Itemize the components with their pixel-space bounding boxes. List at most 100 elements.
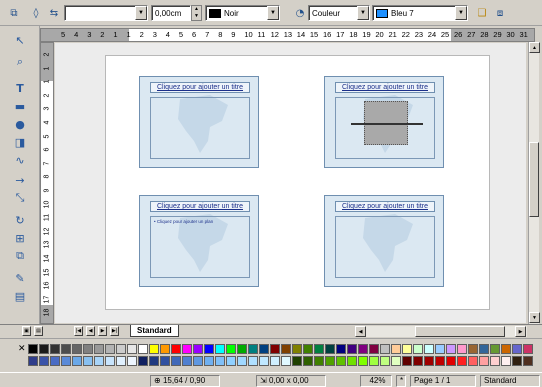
color-swatch[interactable] [281, 356, 291, 366]
color-swatch[interactable] [94, 356, 104, 366]
color-swatch[interactable] [149, 356, 159, 366]
color-swatch[interactable] [457, 356, 467, 366]
ellipse-icon[interactable]: ● [12, 116, 28, 132]
color-swatch[interactable] [116, 344, 126, 354]
scroll-down-icon[interactable]: ▼ [529, 312, 540, 323]
color-swatch[interactable] [303, 344, 313, 354]
outline-view-icon[interactable]: ▤ [34, 326, 43, 336]
color-swatch[interactable] [380, 356, 390, 366]
slide-body-placeholder[interactable] [150, 97, 250, 159]
color-swatch[interactable] [39, 344, 49, 354]
color-swatch[interactable] [171, 344, 181, 354]
first-tab-icon[interactable]: |◀ [74, 326, 83, 336]
horizontal-scroll-thumb[interactable] [415, 326, 505, 337]
gallery-icon[interactable]: ▤ [12, 288, 28, 304]
color-swatch[interactable] [479, 356, 489, 366]
color-swatch[interactable] [72, 356, 82, 366]
line-style-combo[interactable]: ▼ [64, 5, 148, 21]
color-swatch[interactable] [501, 344, 511, 354]
selected-object[interactable] [351, 101, 423, 145]
curve-icon[interactable]: ∿ [12, 152, 28, 168]
color-swatch[interactable] [248, 356, 258, 366]
color-swatch[interactable] [369, 356, 379, 366]
color-swatch[interactable] [116, 356, 126, 366]
color-swatch[interactable] [138, 344, 148, 354]
3d-objects-icon[interactable]: ◨ [12, 134, 28, 150]
color-swatch[interactable] [347, 344, 357, 354]
color-swatch[interactable] [61, 344, 71, 354]
color-swatch[interactable] [237, 356, 247, 366]
slide-body-placeholder[interactable]: • Cliquez pour ajouter un plan [150, 216, 250, 278]
rotate-icon[interactable]: ↻ [12, 212, 28, 228]
color-swatch[interactable] [182, 344, 192, 354]
last-tab-icon[interactable]: ▶| [110, 326, 119, 336]
color-swatch[interactable] [83, 356, 93, 366]
tab-standard[interactable]: Standard [130, 325, 179, 337]
color-swatch[interactable] [215, 356, 225, 366]
color-swatch[interactable] [303, 356, 313, 366]
status-zoom[interactable]: 42% [360, 375, 392, 387]
color-swatch[interactable] [413, 344, 423, 354]
area-style-combo[interactable]: Couleur ▼ [308, 5, 370, 21]
color-swatch[interactable] [325, 356, 335, 366]
color-swatch[interactable] [94, 344, 104, 354]
previous-tab-icon[interactable]: ◀ [86, 326, 95, 336]
line-width-spinner[interactable]: ▲ ▼ [191, 5, 202, 21]
color-swatch[interactable] [512, 356, 522, 366]
color-swatch[interactable] [193, 356, 203, 366]
color-swatch[interactable] [149, 344, 159, 354]
alignment-icon[interactable]: ⊞ [12, 230, 28, 246]
color-swatch[interactable] [160, 356, 170, 366]
color-swatch[interactable] [314, 356, 324, 366]
chevron-down-icon[interactable]: ▼ [455, 6, 467, 20]
color-swatch[interactable] [61, 356, 71, 366]
line-width-field[interactable]: 0,00cm [151, 5, 191, 21]
handout-page[interactable]: Cliquez pour ajouter un titre Cliquez po… [105, 55, 490, 310]
color-swatch[interactable] [204, 356, 214, 366]
zoom-page-icon[interactable]: ⧈ [492, 5, 508, 21]
next-tab-icon[interactable]: ▶ [98, 326, 107, 336]
area-color-combo[interactable]: Bleu 7 ▼ [372, 5, 468, 21]
line-end-style-icon[interactable]: ◊ [28, 5, 44, 21]
color-swatch[interactable] [424, 344, 434, 354]
color-swatch[interactable] [215, 344, 225, 354]
select-arrow-icon[interactable]: ↖ [12, 32, 28, 48]
slide-title-placeholder[interactable]: Cliquez pour ajouter un titre [335, 82, 435, 93]
color-swatch[interactable] [105, 356, 115, 366]
color-swatch[interactable] [446, 356, 456, 366]
color-swatch[interactable] [105, 344, 115, 354]
color-swatch[interactable] [127, 344, 137, 354]
horizontal-ruler[interactable]: 5 4 3 2 1 1 2 3 4 5 6 7 8 9 10 11 12 13 14 15 16 17 18 19 20 21 22… [40, 28, 535, 42]
vertical-ruler[interactable]: 2112345678910111213141516171819 [40, 42, 54, 324]
color-swatch[interactable] [248, 344, 258, 354]
color-swatch[interactable] [314, 344, 324, 354]
color-swatch[interactable] [160, 344, 170, 354]
slide-thumbnail-4[interactable]: Cliquez pour ajouter un titre [324, 195, 444, 287]
no-fill-icon[interactable]: ✕ [18, 343, 26, 354]
color-swatch[interactable] [457, 344, 467, 354]
color-swatch[interactable] [138, 356, 148, 366]
line-icon[interactable]: → [12, 172, 28, 188]
chevron-down-icon[interactable]: ▼ [267, 6, 279, 20]
slide-title-placeholder[interactable]: Cliquez pour ajouter un titre [335, 201, 435, 212]
color-swatch[interactable] [182, 356, 192, 366]
slide-title-placeholder[interactable]: Cliquez pour ajouter un titre [150, 82, 250, 93]
color-swatch[interactable] [490, 344, 500, 354]
color-swatch[interactable] [435, 344, 445, 354]
scroll-right-icon[interactable]: ▶ [515, 326, 526, 337]
color-swatch[interactable] [424, 356, 434, 366]
color-swatch[interactable] [336, 344, 346, 354]
color-swatch[interactable] [468, 344, 478, 354]
scroll-up-icon[interactable]: ▲ [529, 42, 540, 53]
slide-thumbnail-3[interactable]: Cliquez pour ajouter un titre • Cliquez … [139, 195, 259, 287]
slide-thumbnail-1[interactable]: Cliquez pour ajouter un titre [139, 76, 259, 168]
slide-title-placeholder[interactable]: Cliquez pour ajouter un titre [150, 201, 250, 212]
vertical-scroll-thumb[interactable] [529, 142, 539, 217]
connector-icon[interactable]: ⤡ [12, 190, 28, 206]
shadow-icon[interactable]: ❑ [474, 5, 490, 21]
color-swatch[interactable] [446, 344, 456, 354]
color-swatch[interactable] [325, 344, 335, 354]
horizontal-scrollbar[interactable]: ◀ ▶ [355, 326, 527, 337]
color-swatch[interactable] [391, 356, 401, 366]
color-swatch[interactable] [39, 356, 49, 366]
